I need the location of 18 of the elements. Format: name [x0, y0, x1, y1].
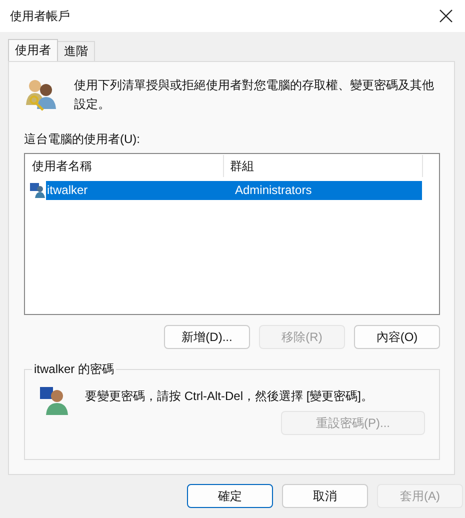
column-header[interactable]: 群組 [224, 155, 423, 177]
user-monitor-icon [39, 384, 71, 416]
description-text: 使用下列清單授與或拒絕使用者對您電腦的存取權、變更密碼及其他設定。 [74, 77, 435, 113]
group-title: itwalker 的密碼 [32, 362, 116, 377]
list-button[interactable]: 內容(O) [354, 325, 440, 349]
window-title: 使用者帳戶 [10, 8, 70, 24]
list-button[interactable]: 新增(D)... [164, 325, 250, 349]
close-icon[interactable] [439, 9, 453, 23]
tab[interactable]: 使用者 [8, 39, 58, 61]
users-label: 這台電腦的使用者(U): [24, 131, 141, 148]
users-key-icon [24, 77, 58, 111]
dialog-button[interactable]: 取消 [282, 484, 368, 508]
list-row[interactable]: itwalker Administrators [46, 180, 422, 200]
tab[interactable]: 進階 [57, 41, 95, 61]
column-header[interactable]: 使用者名稱 [26, 155, 224, 177]
user-icon [30, 182, 46, 198]
dialog-button[interactable]: 確定 [187, 484, 273, 508]
password-hint: 要變更密碼，請按 Ctrl-Alt-Del，然後選擇 [變更密碼]。 [85, 388, 373, 405]
